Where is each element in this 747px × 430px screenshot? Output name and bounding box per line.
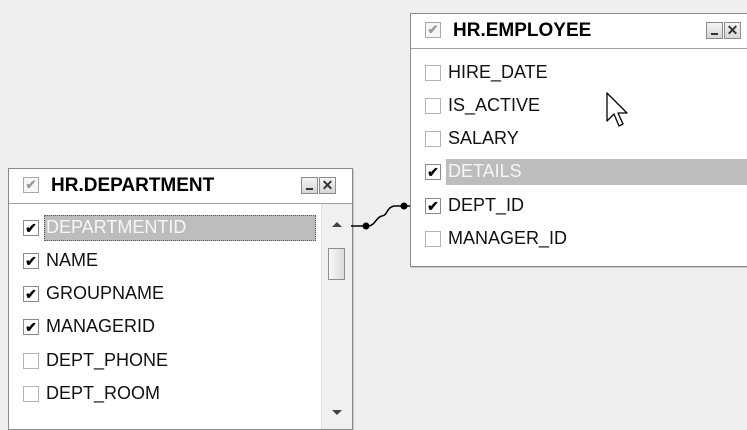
column-name: DEPT_ROOM <box>46 383 161 403</box>
department-column-row-selected[interactable]: ✔ DEPARTMENTID <box>9 212 321 244</box>
employee-column-row[interactable]: ✔ DEPT_ID <box>411 190 747 222</box>
employee-table[interactable]: ✔ HR.EMPLOYEE ✕ HIRE_DATE IS_ACTIVE SALA… <box>410 13 747 267</box>
connector-endpoint-dot <box>362 222 370 230</box>
column-checkbox[interactable]: ✔ <box>425 198 441 214</box>
department-close-button[interactable]: ✕ <box>319 177 336 194</box>
column-name: MANAGER_ID <box>448 228 568 248</box>
employee-column-row[interactable]: SALARY <box>411 123 747 155</box>
column-checkbox[interactable]: ✔ <box>23 220 39 236</box>
column-name: GROUPNAME <box>46 283 165 303</box>
column-name: DETAILS <box>448 161 522 181</box>
department-column-row[interactable]: ✔ NAME <box>9 245 321 277</box>
scroll-up-arrow-icon[interactable] <box>332 222 342 227</box>
department-minimize-button[interactable] <box>301 177 318 194</box>
employee-close-button[interactable]: ✕ <box>724 22 741 39</box>
scrollbar-thumb[interactable] <box>328 248 345 280</box>
column-checkbox[interactable] <box>425 65 441 81</box>
column-checkbox[interactable]: ✔ <box>23 286 39 302</box>
column-name: SALARY <box>448 128 519 148</box>
column-name: MANAGERID <box>46 316 156 336</box>
employee-column-row[interactable]: IS_ACTIVE <box>411 90 747 122</box>
department-table-title: HR.DEPARTMENT <box>51 175 215 196</box>
department-select-all-checkbox[interactable]: ✔ <box>23 177 39 193</box>
column-name: DEPT_PHONE <box>46 350 169 370</box>
employee-minimize-button[interactable] <box>706 22 723 39</box>
column-checkbox[interactable] <box>23 353 39 369</box>
employee-table-header[interactable]: ✔ HR.EMPLOYEE ✕ <box>411 14 747 49</box>
connector-endpoint-dot <box>400 202 408 210</box>
employee-select-all-checkbox[interactable]: ✔ <box>425 22 441 38</box>
department-table[interactable]: ✔ HR.DEPARTMENT ✕ ✔ DEPARTMENTID ✔ NAME … <box>8 168 353 430</box>
column-checkbox[interactable]: ✔ <box>23 319 39 335</box>
column-name: DEPARTMENTID <box>46 217 187 237</box>
column-name: DEPT_ID <box>448 195 525 215</box>
column-checkbox[interactable] <box>425 98 441 114</box>
department-column-row[interactable]: DEPT_ROOM <box>9 378 321 410</box>
vertical-scrollbar[interactable] <box>321 204 352 429</box>
column-checkbox[interactable]: ✔ <box>23 253 39 269</box>
employee-column-row[interactable]: MANAGER_ID <box>411 223 747 255</box>
department-table-header[interactable]: ✔ HR.DEPARTMENT ✕ <box>9 169 352 204</box>
column-checkbox[interactable]: ✔ <box>425 164 441 180</box>
column-checkbox[interactable] <box>425 131 441 147</box>
column-name: IS_ACTIVE <box>448 95 541 115</box>
department-column-row[interactable]: DEPT_PHONE <box>9 345 321 377</box>
column-name: HIRE_DATE <box>448 62 548 82</box>
employee-column-row-selected[interactable]: ✔ DETAILS <box>411 156 747 188</box>
column-name: NAME <box>46 250 99 270</box>
employee-table-title: HR.EMPLOYEE <box>453 20 592 41</box>
column-checkbox[interactable] <box>425 231 441 247</box>
department-column-row[interactable]: ✔ GROUPNAME <box>9 278 321 310</box>
mouse-cursor-icon <box>606 92 628 127</box>
scroll-down-arrow-icon[interactable] <box>332 410 342 415</box>
department-column-row[interactable]: ✔ MANAGERID <box>9 311 321 343</box>
employee-column-row[interactable]: HIRE_DATE <box>411 57 747 89</box>
column-checkbox[interactable] <box>23 386 39 402</box>
